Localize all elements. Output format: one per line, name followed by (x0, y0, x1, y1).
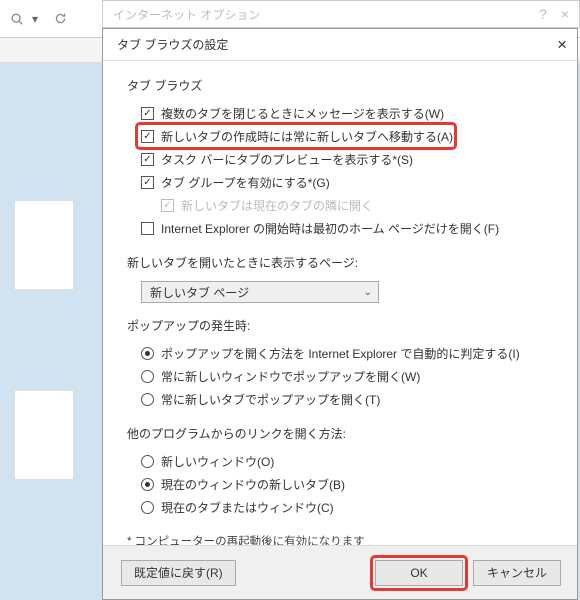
radio-icon[interactable] (141, 370, 154, 383)
checkbox-icon[interactable] (141, 176, 154, 189)
section-new-tab: 新しいタブを開いたときに表示するページ: 新しいタブ ページ ⌄ (127, 254, 553, 303)
checkbox-taskbar-preview-label: タスク バーにタブのプレビューを表示する*(S) (161, 151, 413, 168)
reset-button[interactable]: 既定値に戻す(R) (121, 560, 236, 586)
radio-popup-new-window-row[interactable]: 常に新しいウィンドウでポップアップを開く(W) (127, 365, 553, 388)
section-tab-browse-header: タブ ブラウズ (127, 77, 553, 94)
radio-links-new-window-row[interactable]: 新しいウィンドウ(O) (127, 450, 553, 473)
section-tab-browse: タブ ブラウズ 複数のタブを閉じるときにメッセージを表示する(W) 新しいタブの… (127, 77, 553, 240)
radio-links-current-tab-or-window-row[interactable]: 現在のタブまたはウィンドウ(C) (127, 496, 553, 519)
ok-button[interactable]: OK (375, 560, 463, 586)
section-popup-header: ポップアップの発生時: (127, 317, 553, 334)
radio-popup-new-tab-row[interactable]: 常に新しいタブでポップアップを開く(T) (127, 388, 553, 411)
radio-links-current-tab-or-window-label: 現在のタブまたはウィンドウ(C) (161, 499, 334, 516)
parent-dialog-title: インターネット オプション (113, 6, 260, 23)
radio-links-current-window-new-tab-row[interactable]: 現在のウィンドウの新しいタブ(B) (127, 473, 553, 496)
cancel-button[interactable]: キャンセル (473, 560, 561, 586)
help-icon: ? (539, 6, 547, 22)
checkbox-home-only-first-row[interactable]: Internet Explorer の開始時は最初のホーム ページだけを開く(F… (127, 217, 553, 240)
checkbox-open-next-to-row: 新しいタブは現在のタブの隣に開く (127, 194, 553, 217)
refresh-icon (54, 12, 68, 26)
checkbox-enable-groups-row[interactable]: タブ グループを有効にする*(G) (127, 171, 553, 194)
search-icon (10, 12, 24, 26)
radio-popup-auto-row[interactable]: ポップアップを開く方法を Internet Explorer で自動的に判定する… (127, 342, 553, 365)
section-popup: ポップアップの発生時: ポップアップを開く方法を Internet Explor… (127, 317, 553, 411)
checkbox-enable-groups-label: タブ グループを有効にする*(G) (161, 174, 330, 191)
dropdown-caret-icon: ▾ (32, 12, 46, 26)
new-tab-page-selected: 新しいタブ ページ (150, 284, 249, 301)
restart-footnote: * コンピューターの再起動後に有効になります (127, 533, 553, 545)
radio-popup-new-window-label: 常に新しいウィンドウでポップアップを開く(W) (161, 368, 420, 385)
close-icon: × (561, 6, 569, 22)
radio-popup-new-tab-label: 常に新しいタブでポップアップを開く(T) (161, 391, 380, 408)
checkbox-icon[interactable] (141, 153, 154, 166)
checkbox-warn-close-label: 複数のタブを閉じるときにメッセージを表示する(W) (161, 105, 444, 122)
radio-popup-auto-label: ポップアップを開く方法を Internet Explorer で自動的に判定する… (161, 345, 520, 362)
dialog-title: タブ ブラウズの設定 (117, 36, 228, 53)
dialog-titlebar: タブ ブラウズの設定 × (103, 29, 577, 61)
checkbox-home-only-first-label: Internet Explorer の開始時は最初のホーム ページだけを開く(F… (161, 220, 499, 237)
checkbox-switch-new-label: 新しいタブの作成時には常に新しいタブへ移動する(A) (161, 128, 453, 145)
tab-settings-dialog: タブ ブラウズの設定 × タブ ブラウズ 複数のタブを閉じるときにメッセージを表… (102, 28, 578, 600)
radio-links-current-window-new-tab-label: 現在のウィンドウの新しいタブ(B) (161, 476, 345, 493)
checkbox-switch-new-row[interactable]: 新しいタブの作成時には常に新しいタブへ移動する(A) (127, 125, 553, 148)
section-new-tab-header: 新しいタブを開いたときに表示するページ: (127, 254, 553, 271)
bg-tile-2 (14, 390, 74, 480)
radio-links-new-window-label: 新しいウィンドウ(O) (161, 453, 274, 470)
button-bar: 既定値に戻す(R) OK キャンセル (103, 545, 577, 599)
bg-tile-1 (14, 200, 74, 290)
dialog-content: タブ ブラウズ 複数のタブを閉じるときにメッセージを表示する(W) 新しいタブの… (103, 61, 577, 545)
close-button[interactable]: × (527, 35, 567, 55)
radio-icon[interactable] (141, 347, 154, 360)
ok-button-wrap: OK (375, 560, 463, 586)
new-tab-page-select[interactable]: 新しいタブ ページ ⌄ (141, 281, 379, 303)
checkbox-icon[interactable] (141, 107, 154, 120)
checkbox-warn-close-row[interactable]: 複数のタブを閉じるときにメッセージを表示する(W) (127, 102, 553, 125)
section-links: 他のプログラムからのリンクを開く方法: 新しいウィンドウ(O) 現在のウィンドウ… (127, 425, 553, 519)
checkbox-icon[interactable] (141, 222, 154, 235)
checkbox-taskbar-preview-row[interactable]: タスク バーにタブのプレビューを表示する*(S) (127, 148, 553, 171)
radio-icon[interactable] (141, 501, 154, 514)
section-links-header: 他のプログラムからのリンクを開く方法: (127, 425, 553, 442)
radio-icon[interactable] (141, 393, 154, 406)
parent-dialog-titlebar: インターネット オプション ? × (102, 0, 580, 28)
radio-icon[interactable] (141, 478, 154, 491)
checkbox-icon (161, 199, 174, 212)
checkbox-open-next-to-label: 新しいタブは現在のタブの隣に開く (181, 197, 373, 214)
radio-icon[interactable] (141, 455, 154, 468)
chevron-down-icon: ⌄ (364, 287, 372, 298)
checkbox-icon[interactable] (141, 130, 154, 143)
